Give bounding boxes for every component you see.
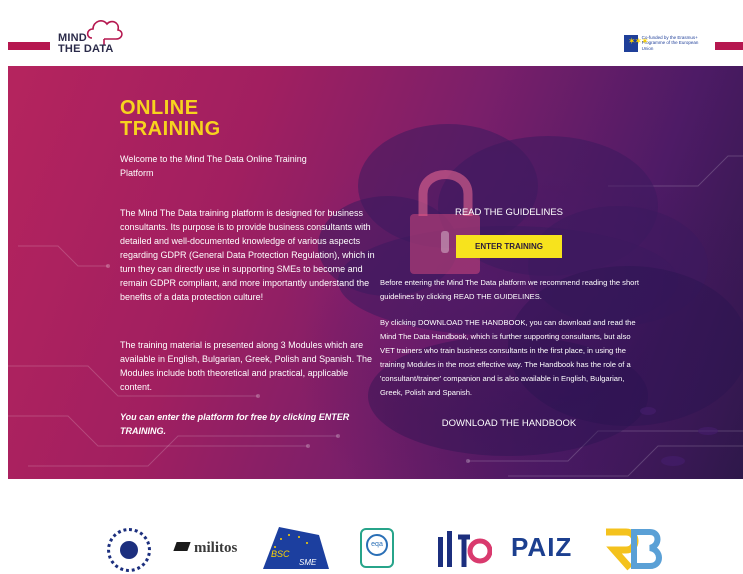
handbook-description: By clicking DOWNLOAD THE HANDBOOK, you c…	[380, 318, 636, 397]
eu-erasmus-badge: ✶✶✶ Co-funded by the Erasmus+ Programme …	[624, 34, 708, 52]
welcome-text: Welcome to the Mind The Data Online Trai…	[120, 154, 307, 178]
eu-flag-icon: ✶✶✶	[624, 34, 649, 52]
brand-name-line2: THE DATA	[58, 43, 114, 55]
militos-label: militos	[194, 540, 238, 556]
partner-logo-seal[interactable]	[107, 528, 151, 572]
partner-logo-militos[interactable]: militos	[173, 540, 238, 557]
ite-logo-icon	[438, 531, 493, 567]
svg-text:SME: SME	[299, 558, 317, 567]
militos-mark-icon	[173, 542, 191, 551]
hero-section: ONLINE TRAINING Welcome to the Mind The …	[8, 66, 743, 479]
mind-the-data-logo[interactable]: MIND THE DATA	[58, 12, 130, 58]
eqa-label: eqa	[366, 534, 388, 556]
bsc-sme-logo-icon: BSC SME	[263, 527, 329, 569]
header-accent-bar-left	[8, 42, 50, 50]
page-title: ONLINE TRAINING	[120, 98, 221, 140]
guidelines-recommendation: Before entering the Mind The Data platfo…	[380, 278, 640, 301]
read-guidelines-link[interactable]: READ THE GUIDELINES	[380, 207, 638, 218]
partner-logo-eqa[interactable]: eqa	[360, 528, 394, 568]
partner-logo-bsc-sme[interactable]: BSC SME	[259, 527, 333, 571]
header-accent-bar-right	[715, 42, 743, 50]
modules-description: The training material is presented along…	[120, 340, 372, 392]
partner-logo-paiz[interactable]: PAIZ	[511, 532, 572, 563]
platform-description: The Mind The Data training platform is d…	[120, 208, 375, 302]
site-header: MIND THE DATA ✶✶✶ Co-funded by the Erasm…	[0, 0, 743, 66]
partner-logo-rb[interactable]	[600, 526, 664, 572]
page-title-line2: TRAINING	[120, 118, 221, 140]
svg-text:BSC: BSC	[271, 549, 290, 559]
rb-logo-icon	[606, 528, 662, 571]
page-title-line1: ONLINE	[120, 97, 199, 119]
cloud-icon	[86, 20, 123, 45]
free-access-note: You can enter the platform for free by c…	[120, 412, 350, 436]
seal-center-icon	[120, 541, 138, 559]
partner-logo-ite[interactable]	[434, 527, 493, 571]
eu-cofunded-text: Co-funded by the Erasmus+ Programme of t…	[641, 34, 699, 51]
enter-training-button[interactable]: ENTER TRAINING	[456, 235, 562, 258]
download-handbook-link[interactable]: DOWNLOAD THE HANDBOOK	[380, 418, 638, 429]
